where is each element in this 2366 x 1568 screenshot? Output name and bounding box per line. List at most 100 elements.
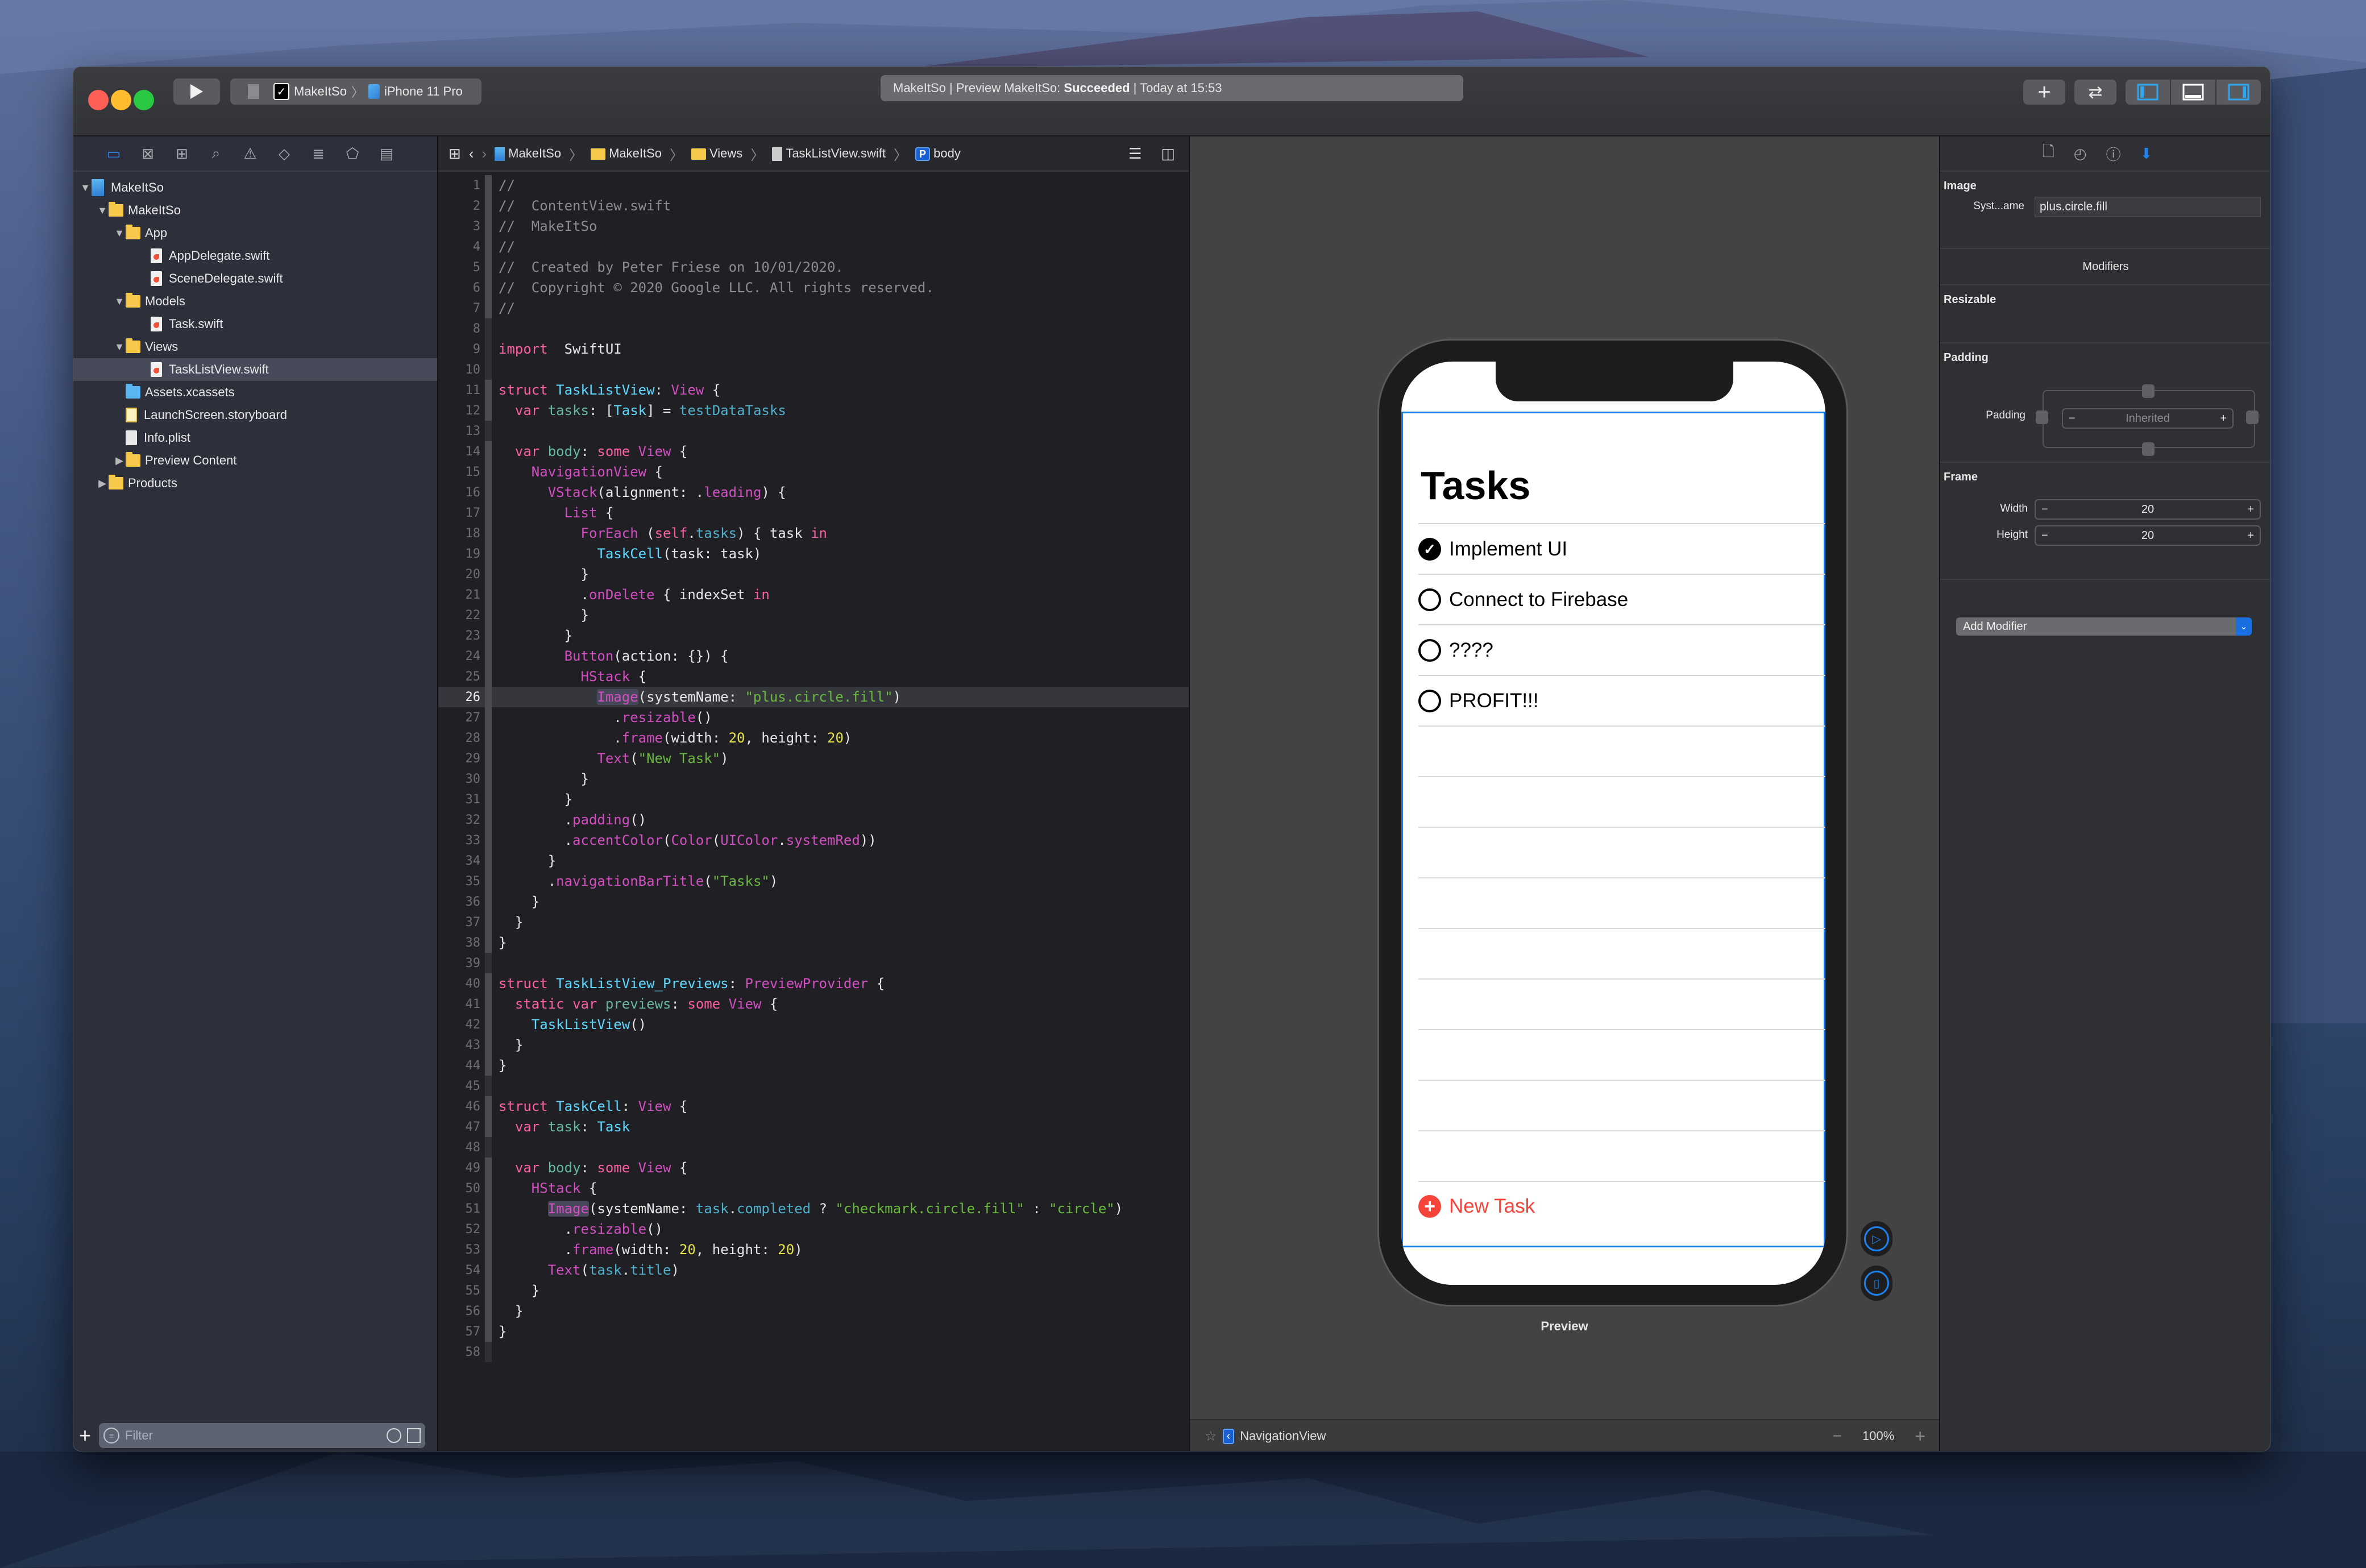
code-folding-ribbon[interactable] (485, 871, 492, 891)
code-folding-ribbon[interactable] (485, 277, 492, 298)
toggle-debug-area-button[interactable] (2171, 80, 2215, 105)
code-line[interactable]: 40 struct TaskListView_Previews: PreviewP… (438, 973, 1189, 994)
code-folding-ribbon[interactable] (485, 1219, 492, 1239)
code-line[interactable]: 28 .frame(width: 20, height: 20) (438, 728, 1189, 748)
padding-trailing-toggle[interactable] (2246, 410, 2259, 424)
code-folding-ribbon[interactable] (485, 851, 492, 871)
run-button[interactable] (173, 78, 220, 105)
code-folding-ribbon[interactable] (485, 1239, 492, 1260)
code-line[interactable]: 39 (438, 953, 1189, 973)
toggle-inspector-button[interactable] (2216, 80, 2261, 105)
tree-item[interactable]: Assets.xcassets (73, 381, 437, 404)
code-folding-ribbon[interactable] (485, 1178, 492, 1198)
tree-item[interactable]: ▼ App (73, 222, 437, 244)
code-folding-ribbon[interactable] (485, 175, 492, 196)
code-folding-ribbon[interactable] (485, 748, 492, 769)
code-folding-ribbon[interactable] (485, 625, 492, 646)
code-line[interactable]: 26 Image(systemName: "plus.circle.fill") (438, 687, 1189, 707)
code-line[interactable]: 18 ForEach (self.tasks) { task in (438, 523, 1189, 544)
file-icon[interactable]: 🗋 (2043, 141, 2054, 166)
code-line[interactable]: 27 .resizable() (438, 707, 1189, 728)
code-line[interactable]: 15 NavigationView { (438, 462, 1189, 482)
jumpbar-crumb-project[interactable]: MakeItSo (495, 146, 561, 161)
code-folding-ribbon[interactable] (485, 523, 492, 544)
code-line[interactable]: 43 } (438, 1035, 1189, 1055)
code-line[interactable]: 58 (438, 1342, 1189, 1362)
source-control-filter-icon[interactable] (407, 1428, 421, 1443)
code-line[interactable]: 12 var tasks: [Task] = testDataTasks (438, 400, 1189, 421)
code-folding-ribbon[interactable] (485, 1301, 492, 1321)
tree-item[interactable]: TaskListView.swift (73, 358, 437, 381)
zoom-in-button[interactable]: + (1915, 1426, 1925, 1447)
jumpbar-crumb-symbol[interactable]: P body (915, 146, 961, 161)
code-folding-ribbon[interactable] (485, 298, 492, 318)
padding-top-toggle[interactable] (2142, 384, 2155, 398)
attributes-icon[interactable]: ⬇ (2140, 145, 2153, 163)
library-button[interactable]: + (2023, 80, 2065, 105)
task-row[interactable]: Connect to Firebase (1418, 574, 1825, 625)
code-folding-ribbon[interactable] (485, 646, 492, 666)
code-folding-ribbon[interactable] (485, 932, 492, 953)
code-line[interactable]: 32 .padding() (438, 810, 1189, 830)
code-text-area[interactable]: 1 // 2 // ContentView.swift 3 // MakeItSo 4 // 5… (438, 173, 1189, 1420)
code-folding-ribbon[interactable] (485, 728, 492, 748)
code-line[interactable]: 23 } (438, 625, 1189, 646)
code-line[interactable]: 13 (438, 421, 1189, 441)
code-line[interactable]: 52 .resizable() (438, 1219, 1189, 1239)
code-folding-ribbon[interactable] (485, 1342, 492, 1362)
add-editor-icon[interactable]: ◫ (1161, 145, 1175, 163)
toggle-navigator-button[interactable] (2126, 80, 2170, 105)
tree-item[interactable]: ▼ Models (73, 290, 437, 313)
code-folding-ribbon[interactable] (485, 196, 492, 216)
forward-button[interactable]: › (481, 145, 487, 163)
code-line[interactable]: 5 // Created by Peter Friese on 10/01/202… (438, 257, 1189, 277)
padding-bottom-toggle[interactable] (2142, 442, 2155, 456)
code-line[interactable]: 9 import SwiftUI (438, 339, 1189, 359)
code-folding-ribbon[interactable] (485, 1035, 492, 1055)
add-modifier-popup[interactable]: Add Modifier ⌄ (1956, 617, 2252, 636)
back-button[interactable]: ‹ (469, 145, 474, 163)
test-diamond-icon[interactable]: ◇ (276, 144, 293, 163)
code-line[interactable]: 46 struct TaskCell: View { (438, 1096, 1189, 1117)
code-folding-ribbon[interactable] (485, 564, 492, 584)
folder-icon[interactable]: ▭ (105, 144, 122, 163)
decrement-icon[interactable]: − (2069, 412, 2076, 425)
live-preview-button[interactable]: ▷ (1861, 1221, 1892, 1256)
code-folding-ribbon[interactable] (485, 1198, 492, 1219)
zoom-out-button[interactable]: − (1833, 1427, 1842, 1445)
code-line[interactable]: 36 } (438, 891, 1189, 912)
code-line[interactable]: 34 } (438, 851, 1189, 871)
task-row[interactable]: ✓ Implement UI (1418, 523, 1825, 574)
code-line[interactable]: 30 } (438, 769, 1189, 789)
code-folding-ribbon[interactable] (485, 605, 492, 625)
code-line[interactable]: 42 TaskListView() (438, 1014, 1189, 1035)
tree-item[interactable]: Task.swift (73, 313, 437, 335)
code-folding-ribbon[interactable] (485, 707, 492, 728)
tree-item[interactable]: SceneDelegate.swift (73, 267, 437, 290)
code-line[interactable]: 25 HStack { (438, 666, 1189, 687)
code-line[interactable]: 50 HStack { (438, 1178, 1189, 1198)
history-clock-icon[interactable]: ◴ (2074, 145, 2087, 163)
code-line[interactable]: 20 } (438, 564, 1189, 584)
editor-options-icon[interactable]: ☰ (1128, 145, 1142, 163)
code-folding-ribbon[interactable] (485, 1321, 492, 1342)
task-row[interactable]: PROFIT!!! (1418, 675, 1825, 726)
code-folding-ribbon[interactable] (485, 359, 492, 380)
source-control-icon[interactable]: ⊠ (139, 144, 156, 163)
recent-files-icon[interactable] (387, 1428, 402, 1443)
disclosure-closed-icon[interactable]: ▶ (113, 455, 126, 467)
width-stepper[interactable]: − 20 + (2035, 499, 2261, 520)
report-bubble-icon[interactable]: ▤ (378, 144, 395, 163)
tree-item[interactable]: ▼ MakeItSo (73, 176, 437, 199)
code-folding-ribbon[interactable] (485, 973, 492, 994)
increment-icon[interactable]: + (2247, 503, 2254, 516)
padding-stepper[interactable]: − Inherited + (2062, 408, 2234, 429)
code-folding-ribbon[interactable] (485, 830, 492, 851)
jumpbar-crumb-views[interactable]: Views (691, 146, 742, 161)
code-line[interactable]: 45 (438, 1076, 1189, 1096)
code-folding-ribbon[interactable] (485, 810, 492, 830)
code-folding-ribbon[interactable] (485, 380, 492, 400)
code-line[interactable]: 17 List { (438, 503, 1189, 523)
code-folding-ribbon[interactable] (485, 994, 492, 1014)
code-line[interactable]: 37 } (438, 912, 1189, 932)
